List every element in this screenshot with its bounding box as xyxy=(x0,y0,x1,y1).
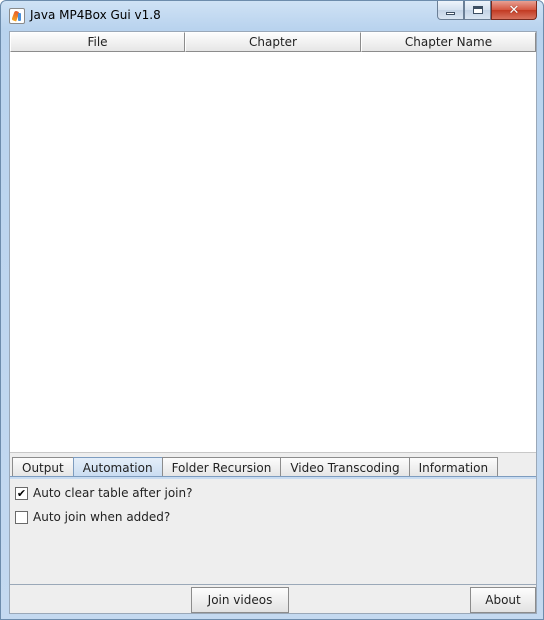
auto-join-option[interactable]: Auto join when added? xyxy=(15,510,170,524)
minimize-icon xyxy=(446,12,455,15)
table-header: File Chapter Chapter Name xyxy=(10,32,536,52)
maximize-icon xyxy=(472,6,483,14)
app-icon[interactable] xyxy=(9,8,25,24)
settings-tabs: Output Automation Folder Recursion Video… xyxy=(10,455,536,585)
close-button[interactable]: ✕ xyxy=(491,1,537,20)
auto-clear-label: Auto clear table after join? xyxy=(33,486,193,500)
maximize-button[interactable] xyxy=(464,1,491,20)
join-videos-button[interactable]: Join videos xyxy=(191,587,289,613)
tab-automation[interactable]: Automation xyxy=(72,457,163,477)
close-icon: ✕ xyxy=(508,2,520,18)
minimize-button[interactable] xyxy=(437,1,464,20)
tab-output[interactable]: Output xyxy=(12,457,74,477)
column-header-file[interactable]: File xyxy=(10,32,185,52)
auto-join-label: Auto join when added? xyxy=(33,510,171,524)
automation-panel: ✔ Auto clear table after join? Auto join… xyxy=(10,476,536,585)
title-bar[interactable]: Java MP4Box Gui v1.8 ✕ xyxy=(1,1,543,29)
tab-folder-recursion[interactable]: Folder Recursion xyxy=(161,457,282,477)
window-title: Java MP4Box Gui v1.8 xyxy=(30,8,161,22)
client-area: File Chapter Chapter Name Output Automat… xyxy=(9,31,537,614)
app-window: Java MP4Box Gui v1.8 ✕ File Chapter Chap… xyxy=(0,0,544,620)
bottom-toolbar: Join videos About xyxy=(10,586,536,613)
checkmark-icon: ✔ xyxy=(16,486,27,500)
tab-video-transcoding[interactable]: Video Transcoding xyxy=(280,457,410,477)
auto-join-checkbox[interactable] xyxy=(15,510,28,524)
auto-clear-option[interactable]: ✔ Auto clear table after join? xyxy=(15,486,193,500)
tab-information[interactable]: Information xyxy=(408,457,499,477)
about-button[interactable]: About xyxy=(470,587,536,613)
auto-clear-checkbox[interactable]: ✔ xyxy=(15,486,28,500)
column-header-chapter[interactable]: Chapter xyxy=(185,32,361,52)
window-controls: ✕ xyxy=(437,1,537,21)
column-header-chapter-name[interactable]: Chapter Name xyxy=(361,32,536,52)
tab-strip: Output Automation Folder Recursion Video… xyxy=(12,457,499,477)
video-table[interactable]: File Chapter Chapter Name xyxy=(10,32,536,453)
